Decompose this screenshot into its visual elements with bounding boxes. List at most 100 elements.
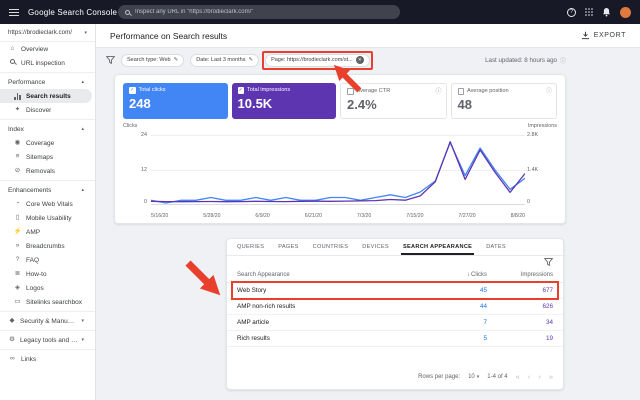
- metric-value: 248: [129, 95, 151, 111]
- chevron-down-icon: ▾: [81, 337, 84, 343]
- tab-countries[interactable]: COUNTRIES: [306, 239, 356, 255]
- sidebar-item-breadcrumbs[interactable]: » Breadcrumbs: [0, 239, 92, 253]
- sidebar-group-security-manual-actions[interactable]: ◆ Security & Manual Actions ▾: [0, 314, 92, 328]
- sidebar-item-core-web-vitals[interactable]: ◔ Core Web Vitals: [0, 197, 92, 211]
- amp-lightning-icon: ⚡: [13, 227, 22, 235]
- sort-desc-icon: ↓: [467, 272, 470, 278]
- tab-queries[interactable]: QUERIES: [230, 239, 271, 255]
- sidebar-item-removals[interactable]: ⊘ Removals: [0, 164, 92, 178]
- searchbox-icon: ▭: [14, 297, 21, 305]
- sidebar-item-discover[interactable]: ✦ Discover: [0, 103, 92, 117]
- left-tick: 0: [144, 199, 147, 205]
- table-header-row: Search Appearance ↓Clicks Impressions: [227, 268, 563, 283]
- metric-value: 2.4%: [347, 96, 377, 112]
- chevron-down-icon: ▾: [476, 373, 480, 380]
- sidebar-item-logos[interactable]: ◈ Logos: [0, 281, 92, 295]
- right-axis-label: Impressions: [527, 123, 557, 129]
- tab-search-appearance[interactable]: SEARCH APPEARANCE: [396, 239, 479, 255]
- export-button[interactable]: EXPORT: [581, 31, 626, 40]
- table-row-amp-non-rich[interactable]: AMP non-rich results 44 626: [227, 299, 563, 315]
- edit-pencil-icon[interactable]: ✎: [248, 57, 253, 63]
- hamburger-menu-icon[interactable]: [9, 8, 19, 16]
- checkbox-checked-icon[interactable]: ✓: [129, 87, 136, 94]
- filter-funnel-icon[interactable]: [106, 56, 115, 64]
- topbar: Google Search Console ?: [0, 0, 640, 24]
- sidebar-item-url-inspection[interactable]: URL inspection: [0, 56, 92, 70]
- right-tick: 1.4K: [527, 167, 539, 173]
- breadcrumbs-icon: »: [15, 241, 20, 249]
- pagination-first-icon[interactable]: «: [516, 372, 520, 381]
- sidebar-item-overview[interactable]: ⌂ Overview: [0, 42, 92, 56]
- sidebar-item-coverage[interactable]: ◉ Coverage: [0, 136, 92, 150]
- chevron-down-icon: ▾: [81, 318, 84, 324]
- speedometer-icon: ◔: [15, 199, 20, 207]
- tab-devices[interactable]: DEVICES: [355, 239, 396, 255]
- performance-line-chart: Clicks Impressions 24 12 0 2.8K 1.4K 0 5…: [123, 123, 557, 219]
- metric-card-average-position[interactable]: Average position 48 ⓘ: [450, 83, 557, 119]
- help-icon[interactable]: ?: [567, 7, 576, 17]
- sidebar-group-legacy-tools[interactable]: ⚙ Legacy tools and reports ▾: [0, 333, 92, 347]
- table-row-rich-results[interactable]: Rich results 5 19: [227, 331, 563, 347]
- pagination-next-icon[interactable]: ›: [538, 372, 541, 381]
- metric-card-average-ctr[interactable]: Average CTR 2.4% ⓘ: [340, 83, 447, 119]
- tab-dates[interactable]: DATES: [479, 239, 513, 255]
- close-icon[interactable]: ✕: [355, 56, 364, 64]
- sidebar-group-performance[interactable]: Performance ▴: [0, 75, 92, 89]
- sidebar-item-sitelinks-searchbox[interactable]: ▭ Sitelinks searchbox: [0, 295, 92, 309]
- checkbox-checked-icon[interactable]: ✓: [237, 87, 244, 94]
- discover-icon: ✦: [14, 105, 21, 113]
- chevron-up-icon: ▴: [81, 79, 84, 85]
- logos-icon: ◈: [15, 283, 20, 291]
- sidebar-item-sitemaps[interactable]: ≡ Sitemaps: [0, 150, 92, 164]
- metric-card-total-impressions[interactable]: ✓ Total impressions 10.5K: [231, 83, 336, 119]
- table-row-web-story[interactable]: Web Story 45 677: [227, 281, 563, 300]
- home-icon: ⌂: [10, 44, 15, 52]
- app-title: Google Search Console: [28, 7, 118, 17]
- col-header-clicks[interactable]: ↓Clicks: [429, 272, 487, 278]
- link-icon: ∞: [10, 354, 15, 362]
- sidebar-item-how-to[interactable]: ≣ How-to: [0, 267, 92, 281]
- sitemaps-icon: ≡: [15, 152, 20, 160]
- metric-cards: ✓ Total clicks 248 ✓ Total impressions 10.…: [123, 83, 557, 119]
- property-selector[interactable]: https://brodieclark.com/ ▾: [0, 24, 95, 42]
- sidebar-item-search-results[interactable]: Search results: [0, 89, 92, 103]
- table-row-amp-article[interactable]: AMP article 7 34: [227, 315, 563, 331]
- col-header-impressions[interactable]: Impressions: [487, 272, 553, 278]
- rows-per-page-select[interactable]: 10 ▾: [468, 374, 479, 380]
- search-icon: [125, 9, 130, 15]
- tab-pages[interactable]: PAGES: [271, 239, 305, 255]
- sidebar-item-faq[interactable]: ? FAQ: [0, 253, 92, 267]
- info-icon: ⓘ: [545, 89, 552, 95]
- filter-funnel-icon[interactable]: [544, 258, 553, 266]
- url-inspect-searchbar[interactable]: [118, 5, 400, 19]
- sidebar-group-enhancements[interactable]: Enhancements ▴: [0, 183, 92, 197]
- sidebar-group-index[interactable]: Index ▴: [0, 122, 92, 136]
- sidebar-item-amp[interactable]: ⚡ AMP: [0, 225, 92, 239]
- performance-chart-panel: ✓ Total clicks 248 ✓ Total impressions 10.…: [114, 74, 566, 224]
- search-input[interactable]: [135, 9, 393, 15]
- sidebar-item-links[interactable]: ∞ Links: [0, 352, 92, 366]
- pagination-last-icon[interactable]: »: [549, 372, 553, 381]
- dimension-table-panel: QUERIES PAGES COUNTRIES DEVICES SEARCH A…: [226, 238, 564, 390]
- checkbox-unchecked-icon[interactable]: [347, 88, 354, 95]
- metric-card-total-clicks[interactable]: ✓ Total clicks 248: [123, 83, 228, 119]
- col-header-name[interactable]: Search Appearance: [237, 272, 429, 278]
- pagination-range: 1-4 of 4: [487, 373, 508, 380]
- notifications-bell-icon[interactable]: [602, 7, 611, 17]
- pagination-prev-icon[interactable]: ‹: [528, 372, 531, 381]
- edit-pencil-icon[interactable]: ✎: [174, 57, 179, 63]
- page-header: Performance on Search results EXPORT: [96, 24, 640, 48]
- avatar[interactable]: [620, 6, 631, 18]
- chevron-up-icon: ▴: [81, 187, 84, 193]
- magnifier-icon: [8, 59, 17, 67]
- right-tick: 0: [527, 199, 530, 205]
- filter-chip-page[interactable]: Page: https://brodieclark.com/st... ✕: [262, 50, 373, 70]
- filter-chip-date[interactable]: Date: Last 3 months ✎: [190, 53, 260, 67]
- info-icon: ⓘ: [559, 58, 566, 65]
- checkbox-unchecked-icon[interactable]: [457, 88, 464, 95]
- metric-value: 10.5K: [237, 95, 273, 111]
- filter-chip-search-type[interactable]: Search type: Web ✎: [121, 53, 185, 67]
- sidebar-item-mobile-usability[interactable]: ▯ Mobile Usability: [0, 211, 92, 225]
- apps-grid-icon[interactable]: [585, 8, 593, 16]
- pagination: Rows per page: 10 ▾ 1-4 of 4 « ‹ › »: [418, 372, 553, 381]
